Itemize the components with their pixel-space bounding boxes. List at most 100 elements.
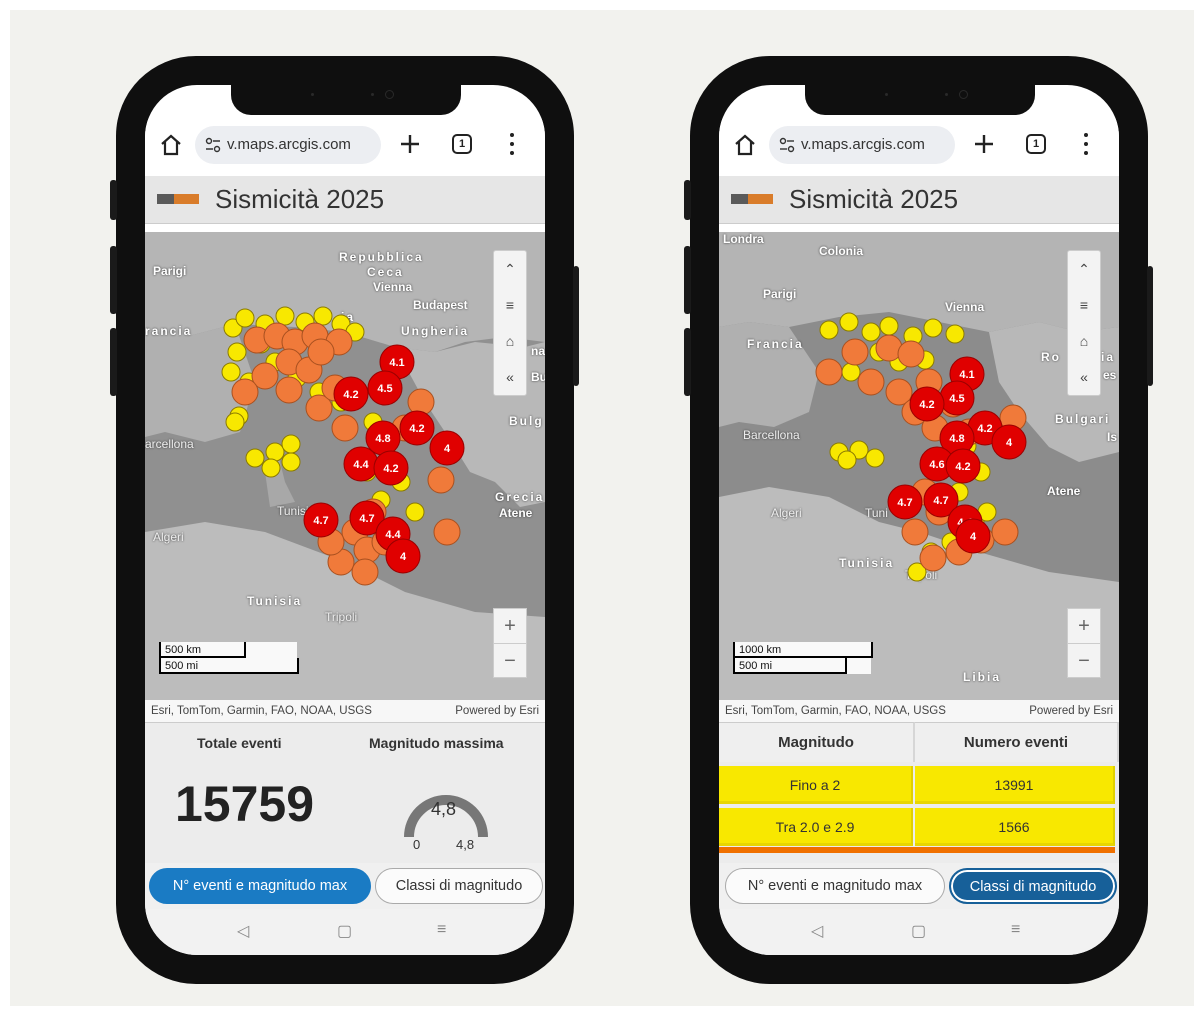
url-bar[interactable]: v.maps.arcgis.com xyxy=(769,126,955,164)
tabs-icon[interactable]: 1 xyxy=(1026,134,1046,154)
event-marker-small[interactable] xyxy=(923,318,943,338)
nav-home-icon[interactable]: ▢ xyxy=(911,921,926,941)
event-marker-medium[interactable] xyxy=(919,544,947,572)
total-events-label: Totale eventi xyxy=(197,735,282,751)
map-home-icon[interactable]: ⌂ xyxy=(494,323,526,359)
plus-icon[interactable] xyxy=(971,131,997,157)
event-marker-medium[interactable] xyxy=(231,378,259,406)
event-marker-small[interactable] xyxy=(313,306,333,326)
table-header-numero-eventi: Numero eventi xyxy=(915,722,1119,762)
more-vert-icon[interactable] xyxy=(509,133,515,155)
event-marker-small[interactable] xyxy=(865,448,885,468)
ingv-logo xyxy=(731,194,773,204)
earthquake-clusters[interactable]: 4.14.54.24.24.844.64.24.74.74.44 xyxy=(719,232,1119,700)
tab-classi-magnitudo[interactable]: Classi di magnitudo xyxy=(375,868,543,904)
cluster-magnitude-label: 4.5 xyxy=(949,393,964,405)
map-toolbar: ⌃ ≡ ⌂ « xyxy=(1067,250,1101,396)
app-title: Sismicità 2025 xyxy=(789,184,959,214)
cluster-magnitude-label: 4.5 xyxy=(377,383,392,395)
event-marker-small[interactable] xyxy=(861,322,881,342)
zoom-in-icon[interactable]: + xyxy=(494,609,526,643)
event-marker-small[interactable] xyxy=(837,450,857,470)
nav-back-icon[interactable]: ◁ xyxy=(811,921,823,941)
home-icon[interactable] xyxy=(159,133,183,157)
tab-eventi-magnitudo[interactable]: N° eventi e magnitudo max xyxy=(149,868,371,904)
notch xyxy=(805,85,1035,115)
android-nav-bar: ◁ ▢ ≡ xyxy=(145,909,545,955)
nav-home-icon[interactable]: ▢ xyxy=(337,921,352,941)
ingv-logo xyxy=(157,194,199,204)
event-marker-small[interactable] xyxy=(265,442,285,462)
event-marker-small[interactable] xyxy=(839,312,859,332)
url-bar[interactable]: v.maps.arcgis.com xyxy=(195,126,381,164)
zoom-out-icon[interactable]: − xyxy=(494,643,526,677)
legend-list-icon[interactable]: ≡ xyxy=(1068,287,1100,323)
event-marker-small[interactable] xyxy=(819,320,839,340)
gauge-value: 4,8 xyxy=(431,799,457,819)
cluster-magnitude-label: 4.8 xyxy=(949,433,964,445)
event-marker-small[interactable] xyxy=(841,362,861,382)
event-marker-small[interactable] xyxy=(281,452,301,472)
table-cell: 1566 xyxy=(915,808,1115,846)
event-marker-small[interactable] xyxy=(281,434,301,454)
plus-icon[interactable] xyxy=(397,131,423,157)
powered-by-esri[interactable]: Powered by Esri xyxy=(455,700,539,722)
event-marker-small[interactable] xyxy=(221,362,241,382)
tab-eventi-magnitudo[interactable]: N° eventi e magnitudo max xyxy=(725,868,945,904)
cluster-magnitude-label: 4.7 xyxy=(359,513,374,525)
earthquake-clusters[interactable]: 4.14.54.24.84.244.4 4.24.7 4.74.44 xyxy=(145,232,545,700)
tune-icon[interactable] xyxy=(205,137,221,153)
tab-bar: N° eventi e magnitudo max Classi di magn… xyxy=(719,863,1119,909)
android-nav-bar: ◁ ▢ ≡ xyxy=(719,909,1119,955)
event-marker-medium[interactable] xyxy=(897,340,925,368)
event-marker-small[interactable] xyxy=(235,308,255,328)
tab-classi-magnitudo[interactable]: Classi di magnitudo xyxy=(949,868,1117,904)
collapse-icon[interactable]: ⌃ xyxy=(494,251,526,287)
more-vert-icon[interactable] xyxy=(1083,133,1089,155)
phone-right: v.maps.arcgis.com 1 Sismicità 2025 Londr… xyxy=(684,56,1153,984)
event-marker-medium[interactable] xyxy=(351,558,379,586)
cluster-magnitude-label: 4.1 xyxy=(959,369,974,381)
chevrons-left-icon[interactable]: « xyxy=(1068,359,1100,395)
phone-screen: v.maps.arcgis.com 1 Sismicità 2025 Repub… xyxy=(145,85,545,955)
map-toolbar: ⌃ ≡ ⌂ « xyxy=(493,250,527,396)
event-marker-small[interactable] xyxy=(227,342,247,362)
map-view[interactable]: Londra Colonia Parigi Vienna Francia Ro … xyxy=(719,232,1119,700)
event-marker-medium[interactable] xyxy=(275,376,303,404)
event-marker-medium[interactable] xyxy=(433,518,461,546)
event-marker-medium[interactable] xyxy=(427,466,455,494)
stats-panel: Totale eventi Magnitudo massima 15759 4,… xyxy=(145,722,545,863)
event-marker-medium[interactable] xyxy=(857,368,885,396)
event-marker-medium[interactable] xyxy=(815,358,843,386)
nav-back-icon[interactable]: ◁ xyxy=(237,921,249,941)
event-marker-medium[interactable] xyxy=(901,518,929,546)
tabs-icon[interactable]: 1 xyxy=(452,134,472,154)
zoom-out-icon[interactable]: − xyxy=(1068,643,1100,677)
nav-recents-icon[interactable]: ≡ xyxy=(437,921,446,939)
nav-recents-icon[interactable]: ≡ xyxy=(1011,921,1020,939)
max-magnitude-label: Magnitudo massima xyxy=(369,735,504,751)
event-marker-medium[interactable] xyxy=(307,338,335,366)
event-marker-small[interactable] xyxy=(945,324,965,344)
tune-icon[interactable] xyxy=(779,137,795,153)
map-view[interactable]: Repubblica Ceca Vienna Budapest Ungheria… xyxy=(145,232,545,700)
map-home-icon[interactable]: ⌂ xyxy=(1068,323,1100,359)
event-marker-small[interactable] xyxy=(225,412,245,432)
table-row-next xyxy=(719,847,1115,853)
collapse-icon[interactable]: ⌃ xyxy=(1068,251,1100,287)
event-marker-small[interactable] xyxy=(245,448,265,468)
zoom-in-icon[interactable]: + xyxy=(1068,609,1100,643)
event-marker-small[interactable] xyxy=(405,502,425,522)
legend-list-icon[interactable]: ≡ xyxy=(494,287,526,323)
event-marker-small[interactable] xyxy=(879,316,899,336)
table-cell: 13991 xyxy=(915,766,1115,804)
event-marker-medium[interactable] xyxy=(991,518,1019,546)
event-marker-medium[interactable] xyxy=(331,414,359,442)
event-marker-small[interactable] xyxy=(261,458,281,478)
zoom-control: + − xyxy=(493,608,527,678)
home-icon[interactable] xyxy=(733,133,757,157)
powered-by-esri[interactable]: Powered by Esri xyxy=(1029,700,1113,722)
chevrons-left-icon[interactable]: « xyxy=(494,359,526,395)
event-marker-small[interactable] xyxy=(275,306,295,326)
event-marker-medium[interactable] xyxy=(841,338,869,366)
